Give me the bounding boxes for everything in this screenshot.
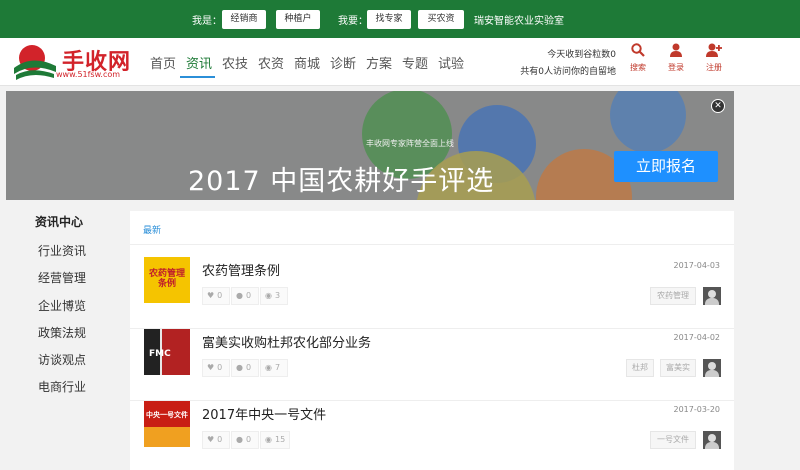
banner-subtitle: 丰收网专家阵营全面上线	[366, 139, 454, 148]
find-expert-button[interactable]: 找专家	[367, 10, 411, 29]
nav-topics[interactable]: 专题	[402, 53, 428, 72]
search-button[interactable]: 搜索	[626, 42, 650, 72]
search-icon	[631, 43, 645, 57]
grower-button[interactable]: 种植户	[276, 10, 320, 29]
nav-agri-supplies[interactable]: 农资	[258, 53, 284, 72]
buy-agri-supplies-button[interactable]: 买农资	[418, 10, 464, 29]
comment-icon: ●	[236, 435, 243, 444]
avatar-body	[705, 442, 719, 449]
nav-solutions[interactable]: 方案	[366, 53, 392, 72]
article-item: 中央一号文件 2017年中央一号文件 2017-03-20 ♥ 0 ● 0 ◉ 15 …	[130, 401, 734, 470]
sidebar-item-interviews[interactable]: 访谈观点	[38, 351, 86, 368]
avatar-body	[705, 298, 719, 305]
register-label: 注册	[706, 63, 722, 72]
like-count[interactable]: ♥ 0	[202, 359, 230, 377]
visitor-count-text: 共有0人访问你的自留地	[520, 67, 616, 77]
article-tag[interactable]: 杜邦	[626, 359, 654, 377]
avatar-body	[705, 370, 719, 377]
dealer-button[interactable]: 经销商	[222, 10, 266, 29]
eye-icon: ◉	[265, 435, 272, 444]
like-count[interactable]: ♥ 0	[202, 431, 230, 449]
nav-home[interactable]: 首页	[150, 53, 176, 72]
user-plus-icon	[706, 43, 722, 57]
avatar-head	[708, 290, 716, 298]
view-count: ◉ 3	[260, 287, 288, 305]
article-thumbnail[interactable]: 农药管理条例	[144, 257, 190, 303]
nav-mall[interactable]: 商城	[294, 53, 320, 72]
view-count: ◉ 7	[260, 359, 288, 377]
comment-count[interactable]: ● 0	[231, 359, 259, 377]
register-now-button[interactable]: 立即报名	[614, 151, 718, 182]
sidebar-title: 资讯中心	[35, 215, 84, 229]
article-item: 农药管理条例 农药管理条例 2017-04-03 ♥ 0 ● 0 ◉ 3 农药管理	[130, 257, 734, 329]
author-avatar[interactable]	[703, 431, 721, 449]
nav-diagnosis[interactable]: 诊断	[330, 53, 356, 72]
article-tag[interactable]: 农药管理	[650, 287, 696, 305]
banner-close-icon[interactable]: ✕	[711, 99, 725, 113]
promo-banner[interactable]: 丰收网专家阵营全面上线 2017 中国农耕好手评选 立即报名	[6, 91, 734, 200]
comment-icon: ●	[236, 363, 243, 372]
view-count: ◉ 15	[260, 431, 290, 449]
author-avatar[interactable]	[703, 359, 721, 377]
comment-count[interactable]: ● 0	[231, 431, 259, 449]
site-header: 手收网 www.51fsw.com 首页 资讯 农技 农资 商城 诊断 方案 专…	[0, 38, 800, 86]
article-date: 2017-04-02	[673, 333, 721, 342]
thumbnail-text: 中央一号文件	[146, 411, 188, 419]
article-title[interactable]: 农药管理条例	[202, 260, 280, 279]
article-thumbnail[interactable]: 中央一号文件	[144, 401, 190, 447]
thumbnail-text: FMC	[149, 349, 171, 359]
thumbnail-text: 农药管理条例	[148, 269, 185, 289]
nav-agri-tech[interactable]: 农技	[222, 53, 248, 72]
grain-count-text: 今天收到谷粒数0	[547, 50, 616, 60]
article-date: 2017-04-03	[673, 261, 721, 270]
sidebar-item-management[interactable]: 经营管理	[38, 269, 86, 286]
sidebar-item-enterprise[interactable]: 企业博览	[38, 297, 86, 314]
article-title[interactable]: 2017年中央一号文件	[202, 404, 326, 423]
article-item: FMC 富美实收购杜邦农化部分业务 2017-04-02 ♥ 0 ● 0 ◉ 7 杜邦…	[130, 329, 734, 401]
logo-url: www.51fsw.com	[56, 70, 121, 79]
comment-icon: ●	[236, 291, 243, 300]
author-avatar[interactable]	[703, 287, 721, 305]
sidebar-item-policy[interactable]: 政策法规	[38, 324, 86, 341]
article-thumbnail[interactable]: FMC	[144, 329, 190, 375]
lab-link[interactable]: 瑞安智能农业实验室	[474, 12, 564, 27]
i-am-label: 我是：	[192, 16, 222, 27]
latest-tab[interactable]: 最新	[143, 223, 161, 236]
article-tag[interactable]: 富美实	[660, 359, 696, 377]
top-bar: 我是： 经销商 种植户 我要： 找专家 买农资 瑞安智能农业实验室	[0, 0, 800, 38]
login-label: 登录	[668, 63, 684, 72]
avatar-head	[708, 362, 716, 370]
comment-count[interactable]: ● 0	[231, 287, 259, 305]
logo-icon	[14, 45, 56, 80]
thumbnail-shape	[144, 427, 190, 447]
active-nav-indicator	[180, 76, 215, 78]
article-title[interactable]: 富美实收购杜邦农化部分业务	[202, 332, 371, 351]
sidebar-item-industry-news[interactable]: 行业资讯	[38, 242, 86, 259]
eye-icon: ◉	[265, 291, 272, 300]
heart-icon: ♥	[207, 363, 215, 372]
article-tag[interactable]: 一号文件	[650, 431, 696, 449]
i-want-label: 我要：	[338, 16, 368, 27]
heart-icon: ♥	[207, 291, 215, 300]
register-button[interactable]: 注册	[702, 42, 726, 72]
banner-title: 2017 中国农耕好手评选	[188, 166, 495, 197]
site-logo[interactable]: 手收网 www.51fsw.com	[12, 42, 132, 82]
article-date: 2017-03-20	[673, 405, 721, 414]
sidebar-item-ecommerce[interactable]: 电商行业	[38, 378, 86, 395]
heart-icon: ♥	[207, 435, 215, 444]
search-label: 搜索	[630, 63, 646, 72]
nav-trials[interactable]: 试验	[438, 53, 464, 72]
avatar-head	[708, 434, 716, 442]
login-button[interactable]: 登录	[664, 42, 688, 72]
article-list: 最新 农药管理条例 农药管理条例 2017-04-03 ♥ 0 ● 0 ◉ 3 农药管…	[130, 211, 734, 470]
eye-icon: ◉	[265, 363, 272, 372]
user-icon	[670, 43, 682, 57]
nav-news[interactable]: 资讯	[186, 53, 212, 72]
like-count[interactable]: ♥ 0	[202, 287, 230, 305]
divider	[130, 244, 734, 245]
